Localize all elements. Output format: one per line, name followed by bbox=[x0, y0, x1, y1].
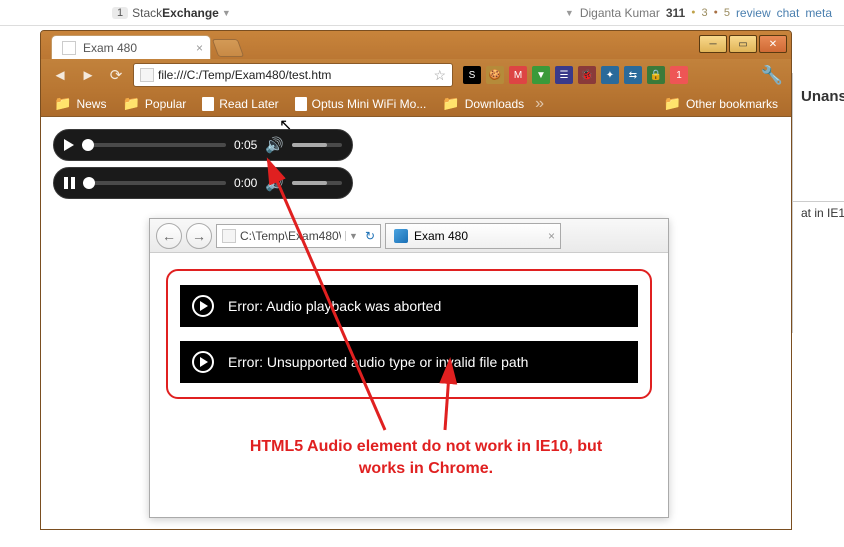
badge-dot-icon: ● bbox=[691, 9, 695, 16]
chrome-toolbar: ◄ ► ⟳ file:///C:/Temp/Exam480/test.htm ☆… bbox=[41, 59, 791, 91]
seek-knob[interactable] bbox=[83, 177, 95, 189]
seek-track[interactable] bbox=[83, 181, 226, 185]
url-text: file:///C:/Temp/Exam480/test.htm bbox=[158, 68, 429, 82]
ie-url-text: C:\Temp\Exam480\test.h bbox=[240, 229, 341, 243]
bookmark-news[interactable]: 📁News bbox=[47, 92, 113, 115]
ie-content: Error: Audio playback was aborted Error:… bbox=[150, 253, 668, 415]
folder-icon: 📁 bbox=[54, 95, 71, 112]
ext-cookie-icon[interactable]: 🍪 bbox=[486, 66, 504, 84]
seek-track[interactable] bbox=[82, 143, 226, 147]
reload-button[interactable]: ⟳ bbox=[105, 64, 127, 86]
ext-bug-icon[interactable]: 🐞 bbox=[578, 66, 596, 84]
ext-dl-icon[interactable]: ▼ bbox=[532, 66, 550, 84]
right-side-panel: Unans at in IE1 bbox=[792, 73, 844, 333]
maximize-button[interactable]: ▭ bbox=[729, 35, 757, 53]
tab-title: Exam 480 bbox=[83, 41, 137, 55]
unanswered-header[interactable]: Unans bbox=[801, 88, 844, 105]
reload-icon[interactable]: ↻ bbox=[365, 229, 375, 243]
file-icon bbox=[222, 229, 236, 243]
bookmarks-overflow-icon[interactable]: » bbox=[533, 95, 546, 113]
address-bar[interactable]: file:///C:/Temp/Exam480/test.htm ☆ bbox=[133, 63, 453, 87]
ext-feed-icon[interactable]: ☰ bbox=[555, 66, 573, 84]
pause-icon[interactable] bbox=[64, 177, 75, 189]
meta-link[interactable]: meta bbox=[805, 6, 832, 20]
audio-player-1[interactable]: 0:05 🔊 bbox=[53, 129, 353, 161]
play-icon[interactable] bbox=[64, 139, 74, 151]
volume-track[interactable] bbox=[292, 143, 342, 147]
ie-tab-title: Exam 480 bbox=[414, 229, 468, 243]
ie-tab-close-icon[interactable]: × bbox=[548, 229, 555, 243]
folder-icon: 📁 bbox=[442, 95, 459, 112]
dropdown-arrow-icon[interactable]: ▼ bbox=[222, 8, 231, 18]
time-display: 0:00 bbox=[234, 176, 257, 190]
bookmarks-bar: 📁News 📁Popular Read Later Optus Mini WiF… bbox=[41, 91, 791, 117]
file-icon bbox=[140, 68, 154, 82]
topbar-right: ▼ Diganta Kumar 311 ● 3 ● 5 review chat … bbox=[565, 6, 844, 20]
play-outline-icon[interactable] bbox=[192, 295, 214, 317]
bookmark-downloads[interactable]: 📁Downloads bbox=[435, 92, 531, 115]
ext-wand-icon[interactable]: ✦ bbox=[601, 66, 619, 84]
new-tab-button[interactable] bbox=[212, 39, 245, 57]
error-text: Error: Unsupported audio type or invalid… bbox=[228, 354, 528, 370]
audio-error-2: Error: Unsupported audio type or invalid… bbox=[180, 341, 638, 383]
ext-share-icon[interactable]: ⇆ bbox=[624, 66, 642, 84]
audio-player-2[interactable]: 0:00 🔊 bbox=[53, 167, 353, 199]
seek-knob[interactable] bbox=[82, 139, 94, 151]
notification-badge[interactable]: 1 bbox=[112, 7, 128, 19]
chat-link[interactable]: chat bbox=[777, 6, 800, 20]
bookmark-read-later[interactable]: Read Later bbox=[195, 94, 285, 114]
ie-toolbar: ← → C:\Temp\Exam480\test.h ▼ ↻ Exam 480 … bbox=[150, 219, 668, 253]
browser-tab[interactable]: Exam 480 × bbox=[51, 35, 211, 59]
ext-s-icon[interactable]: S bbox=[463, 66, 481, 84]
time-display: 0:05 bbox=[234, 138, 257, 152]
ie-favicon-icon bbox=[394, 229, 408, 243]
ext-lock-icon[interactable]: 🔒 bbox=[647, 66, 665, 84]
close-window-button[interactable]: ✕ bbox=[759, 35, 787, 53]
badge-count: 5 bbox=[724, 7, 730, 19]
menu-icon[interactable]: 🔧 bbox=[761, 65, 783, 86]
extension-icons: S 🍪 M ▼ ☰ 🐞 ✦ ⇆ 🔒 1 bbox=[459, 66, 688, 84]
user-name[interactable]: Diganta Kumar bbox=[580, 6, 660, 20]
page-icon bbox=[202, 97, 214, 111]
ie-address-bar[interactable]: C:\Temp\Exam480\test.h ▼ ↻ bbox=[216, 224, 381, 248]
error-highlight-box: Error: Audio playback was aborted Error:… bbox=[166, 269, 652, 399]
ie-back-button[interactable]: ← bbox=[156, 223, 182, 249]
bookmark-optus[interactable]: Optus Mini WiFi Mo... bbox=[288, 94, 434, 114]
back-button[interactable]: ◄ bbox=[49, 64, 71, 86]
forward-button[interactable]: ► bbox=[77, 64, 99, 86]
bookmark-popular[interactable]: 📁Popular bbox=[115, 92, 193, 115]
user-trigger[interactable]: ▼ bbox=[565, 8, 574, 18]
se-label[interactable]: StackExchange bbox=[132, 6, 219, 20]
favicon-icon bbox=[62, 41, 76, 55]
folder-icon: 📁 bbox=[664, 95, 681, 112]
play-outline-icon[interactable] bbox=[192, 351, 214, 373]
audio-error-1: Error: Audio playback was aborted bbox=[180, 285, 638, 327]
folder-icon: 📁 bbox=[122, 95, 139, 112]
bookmark-other[interactable]: 📁Other bookmarks bbox=[657, 92, 785, 115]
tab-close-icon[interactable]: × bbox=[196, 41, 203, 55]
speaker-icon[interactable]: 🔊 bbox=[265, 136, 284, 154]
se-topbar: 1 StackExchange ▼ ▼ Diganta Kumar 311 ● … bbox=[0, 0, 844, 26]
review-link[interactable]: review bbox=[736, 6, 771, 20]
minimize-button[interactable]: ─ bbox=[699, 35, 727, 53]
badge-count: 3 bbox=[701, 7, 707, 19]
dropdown-icon[interactable]: ▼ bbox=[345, 231, 361, 241]
ie-window: ← → C:\Temp\Exam480\test.h ▼ ↻ Exam 480 … bbox=[149, 218, 669, 518]
ext-gmail-icon[interactable]: M bbox=[509, 66, 527, 84]
volume-track[interactable] bbox=[292, 181, 342, 185]
ext-badge-icon[interactable]: 1 bbox=[670, 66, 688, 84]
reputation: 311 bbox=[666, 6, 685, 20]
page-icon bbox=[295, 97, 307, 111]
ie-tab[interactable]: Exam 480 × bbox=[385, 223, 561, 249]
body-snippet: at in IE1 bbox=[801, 206, 844, 220]
chrome-titlebar[interactable]: Exam 480 × ─ ▭ ✕ bbox=[41, 31, 791, 59]
bookmark-star-icon[interactable]: ☆ bbox=[433, 67, 446, 84]
ie-forward-button[interactable]: → bbox=[186, 223, 212, 249]
speaker-icon[interactable]: 🔊 bbox=[265, 174, 284, 192]
badge-dot-icon: ● bbox=[714, 9, 718, 16]
error-text: Error: Audio playback was aborted bbox=[228, 298, 441, 314]
